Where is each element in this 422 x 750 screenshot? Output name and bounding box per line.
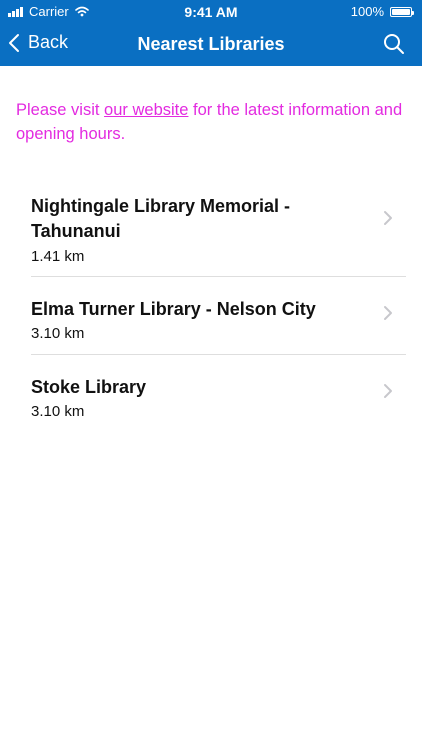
notice-text-before: Please visit	[16, 101, 105, 119]
chevron-right-icon	[384, 306, 392, 320]
website-link[interactable]: our website	[104, 101, 188, 119]
chevron-right-icon	[384, 384, 392, 398]
library-list: Nightingale Library Memorial - Tahunanui…	[0, 182, 422, 433]
library-row[interactable]: Elma Turner Library - Nelson City 3.10 k…	[31, 277, 406, 355]
library-distance: 3.10 km	[31, 403, 85, 420]
page-title: Nearest Libraries	[137, 34, 285, 54]
top-bar: Carrier 9:41 AM 100% Back Nearest Librar…	[0, 0, 422, 66]
library-row[interactable]: Nightingale Library Memorial - Tahunanui…	[31, 182, 406, 277]
library-name: Elma Turner Library - Nelson City	[31, 299, 316, 319]
library-name: Nightingale Library Memorial - Tahunanui	[31, 196, 291, 241]
library-distance: 3.10 km	[31, 325, 85, 342]
screen: Carrier 9:41 AM 100% Back Nearest Librar…	[0, 0, 422, 750]
library-name: Stoke Library	[31, 377, 147, 397]
library-distance: 1.41 km	[31, 248, 85, 265]
battery-percent: 100%	[350, 4, 384, 19]
library-row[interactable]: Stoke Library 3.10 km	[31, 355, 406, 433]
battery-icon	[390, 6, 414, 17]
search-icon[interactable]	[382, 32, 406, 56]
navigation-bar: Back Nearest Libraries	[0, 24, 422, 66]
website-notice: Please visit our website for the latest …	[16, 98, 406, 146]
status-bar: Carrier 9:41 AM 100%	[0, 0, 422, 24]
status-right: 100%	[350, 4, 414, 19]
chevron-right-icon	[384, 211, 392, 225]
